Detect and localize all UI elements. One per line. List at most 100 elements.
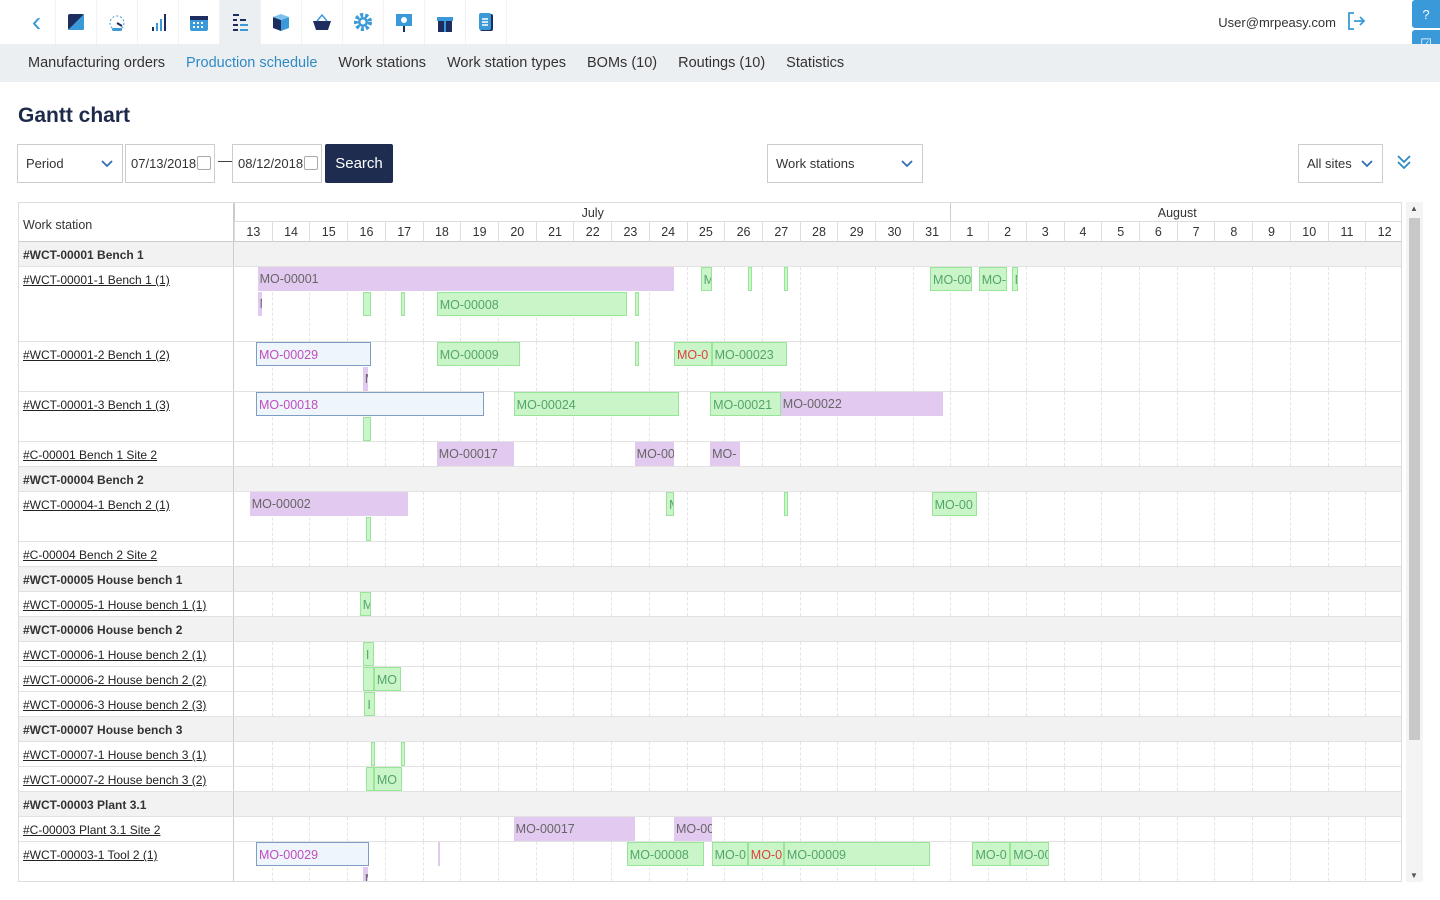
gantt-bar-manufacturing-order[interactable]: MO-00001	[257, 267, 674, 291]
work-station-link[interactable]: #WCT-00006-3 House bench 2 (3)	[23, 698, 206, 712]
gantt-bar-manufacturing-order[interactable]: MO-00018	[255, 392, 484, 416]
gantt-bar-manufacturing-order[interactable]: MO-00022	[780, 392, 943, 416]
gantt-bar-manufacturing-order[interactable]	[365, 767, 374, 791]
expand-filters-icon[interactable]	[1396, 154, 1412, 170]
gantt-bar-manufacturing-order[interactable]: MO-0	[972, 842, 1011, 866]
gantt-bar-manufacturing-order[interactable]: MO-00008	[436, 292, 627, 316]
work-station-link[interactable]: #C-00004 Bench 2 Site 2	[23, 548, 157, 562]
group-by-select[interactable]: Work stations	[767, 144, 923, 183]
gantt-bar-manufacturing-order[interactable]: I	[364, 692, 376, 716]
gantt-bar-manufacturing-order[interactable]: MO-	[710, 442, 740, 466]
gantt-bar-manufacturing-order[interactable]: MO-00008	[626, 842, 704, 866]
back-chevron-icon[interactable]: ‹	[18, 0, 56, 44]
subnav-item-production-schedule[interactable]: Production schedule	[186, 55, 317, 71]
work-station-link[interactable]: #C-00003 Plant 3.1 Site 2	[23, 823, 160, 837]
date-from-input[interactable]: 07/13/2018	[125, 144, 215, 183]
gantt-bar-manufacturing-order[interactable]: M	[700, 267, 712, 291]
signal-bars-nav-button[interactable]	[138, 0, 179, 44]
work-station-link[interactable]: #WCT-00001-2 Bench 1 (2)	[23, 348, 170, 362]
calendar-icon[interactable]	[304, 156, 318, 170]
sites-select[interactable]: All sites	[1298, 144, 1383, 183]
gantt-bar-manufacturing-order[interactable]: MO-00023	[711, 342, 788, 366]
gantt-bar-manufacturing-order[interactable]	[362, 292, 371, 316]
gantt-bar-manufacturing-order[interactable]: MO-0	[673, 342, 712, 366]
work-station-link[interactable]: #WCT-00001-3 Bench 1 (3)	[23, 398, 170, 412]
gauge-nav-button[interactable]	[97, 0, 138, 44]
calendar-icon[interactable]	[197, 156, 211, 170]
gantt-bar-manufacturing-order[interactable]	[634, 292, 639, 316]
gantt-bar-manufacturing-order[interactable]: MO-0	[747, 842, 784, 866]
gantt-bar-manufacturing-order[interactable]	[365, 517, 371, 541]
user-email[interactable]: User@mrpeasy.com	[1218, 15, 1336, 30]
gantt-bar-manufacturing-order[interactable]: M	[1011, 267, 1019, 291]
scroll-down-icon[interactable]: ▼	[1410, 871, 1418, 880]
work-station-link[interactable]: #WCT-00007-2 House bench 3 (2)	[23, 773, 206, 787]
gantt-bar-manufacturing-order[interactable]: MO-00017	[436, 442, 514, 466]
work-station-link[interactable]: #C-00001 Bench 1 Site 2	[23, 448, 157, 462]
gear-nav-button[interactable]	[343, 0, 384, 44]
document-nav-button[interactable]	[466, 0, 507, 44]
subnav-item-manufacturing-orders[interactable]: Manufacturing orders	[28, 55, 165, 71]
subnav-item-boms-10[interactable]: BOMs (10)	[587, 55, 657, 71]
gantt-bar-manufacturing-order[interactable]	[370, 742, 375, 766]
scrollbar-thumb[interactable]	[1409, 218, 1420, 740]
gantt-bar-manufacturing-order[interactable]: MO	[373, 667, 401, 691]
gantt-bar-manufacturing-order[interactable]: M	[359, 592, 371, 616]
gantt-bar-manufacturing-order[interactable]: M	[747, 267, 753, 291]
gantt-bar-manufacturing-order[interactable]: MO-00002	[249, 492, 409, 516]
gantt-bar-manufacturing-order[interactable]: MO-	[978, 267, 1008, 291]
gantt-bar-manufacturing-order[interactable]	[400, 292, 405, 316]
gantt-bar-manufacturing-order[interactable]: MO-00	[930, 267, 973, 291]
gantt-bar-manufacturing-order[interactable]	[783, 267, 788, 291]
gantt-bar-manufacturing-order[interactable]	[362, 417, 371, 441]
date-to-input[interactable]: 08/12/2018	[232, 144, 322, 183]
gantt-bar-manufacturing-order[interactable]: MO-00024	[513, 392, 679, 416]
gantt-bar-manufacturing-order[interactable]: M	[257, 292, 263, 316]
logout-icon[interactable]	[1346, 11, 1366, 31]
subnav-item-work-station-types[interactable]: Work station types	[447, 55, 566, 71]
gantt-bar-manufacturing-order[interactable]: M	[362, 367, 368, 391]
gantt-bar-manufacturing-order[interactable]: MO-00	[1010, 842, 1050, 866]
gift-nav-button[interactable]	[425, 0, 466, 44]
gantt-bar-manufacturing-order[interactable]	[634, 342, 639, 366]
gantt-bar-manufacturing-order[interactable]: MO-00	[673, 817, 712, 841]
gantt-bar-manufacturing-order[interactable]: MO-00021	[710, 392, 781, 416]
subnav-item-routings-10[interactable]: Routings (10)	[678, 55, 765, 71]
calendar-nav-button[interactable]	[179, 0, 220, 44]
gantt-bar-manufacturing-order[interactable]: MO-00029	[255, 342, 371, 366]
scroll-up-icon[interactable]: ▲	[1410, 204, 1418, 213]
subnav-item-statistics[interactable]: Statistics	[786, 55, 844, 71]
gantt-bar-manufacturing-order[interactable]: MO-00009	[436, 342, 520, 366]
work-station-link[interactable]: #WCT-00006-2 House bench 2 (2)	[23, 673, 206, 687]
basket-nav-button[interactable]	[302, 0, 343, 44]
gantt-bar-manufacturing-order[interactable]: MO-00029	[255, 842, 370, 866]
work-station-link[interactable]: #WCT-00007-1 House bench 3 (1)	[23, 748, 206, 762]
gantt-bar-manufacturing-order[interactable]	[400, 742, 405, 766]
box-nav-button[interactable]	[261, 0, 302, 44]
gantt-bar-manufacturing-order[interactable]: MO-00017	[513, 817, 635, 841]
gantt-bar-manufacturing-order[interactable]: MO-0	[711, 842, 748, 866]
work-station-link[interactable]: #WCT-00001-1 Bench 1 (1)	[23, 273, 170, 287]
help-icon[interactable]: ?	[1412, 0, 1440, 28]
gantt-bar-manufacturing-order[interactable]: MO-00	[931, 492, 978, 516]
gantt-bar-manufacturing-order[interactable]: MO	[373, 767, 403, 791]
dashboard-nav-button[interactable]	[56, 0, 97, 44]
presentation-nav-button[interactable]	[384, 0, 425, 44]
gantt-bar-manufacturing-order[interactable]	[362, 667, 374, 691]
work-station-link[interactable]: #WCT-00003-1 Tool 2 (1)	[23, 848, 158, 862]
gantt-bar-manufacturing-order[interactable]: MO-00009	[783, 842, 931, 866]
work-station-link[interactable]: #WCT-00005-1 House bench 1 (1)	[23, 598, 206, 612]
vertical-scrollbar[interactable]: ▲ ▼	[1406, 202, 1423, 882]
gantt-bar-manufacturing-order[interactable]	[783, 492, 788, 516]
gantt-bar-manufacturing-order[interactable]: MO-00	[634, 442, 674, 466]
gantt-bar-manufacturing-order[interactable]: M	[362, 867, 368, 881]
subnav-item-work-stations[interactable]: Work stations	[338, 55, 426, 71]
work-station-link[interactable]: #WCT-00004-1 Bench 2 (1)	[23, 498, 170, 512]
gantt-bar-manufacturing-order[interactable]: M	[666, 492, 674, 516]
work-station-link[interactable]: #WCT-00006-1 House bench 2 (1)	[23, 648, 206, 662]
gantt-bar-manufacturing-order[interactable]	[438, 842, 441, 866]
gantt-nav-button[interactable]	[220, 0, 261, 44]
gantt-bar-manufacturing-order[interactable]: I	[362, 642, 374, 666]
search-button[interactable]: Search	[325, 144, 393, 183]
period-select[interactable]: Period	[17, 144, 123, 183]
